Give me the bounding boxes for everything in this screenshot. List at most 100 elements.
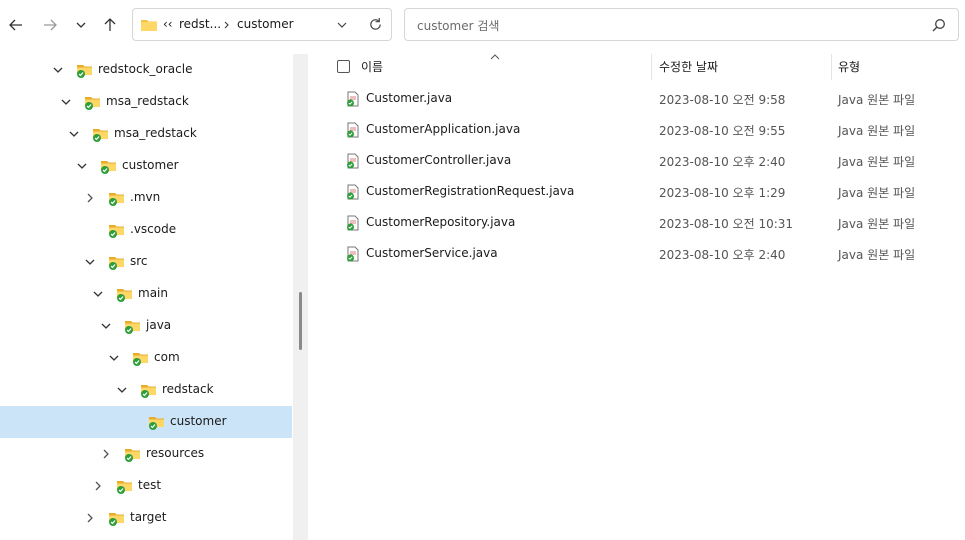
file-modified-date: 2023-08-10 오후 2:40	[659, 248, 786, 262]
tree-item[interactable]: com	[0, 342, 292, 374]
chevron-down-icon[interactable]	[100, 320, 112, 332]
column-name-header[interactable]: 이름	[361, 58, 383, 75]
tree-item-label: redstack	[162, 382, 214, 396]
chevron-down-icon[interactable]	[84, 256, 96, 268]
file-type: Java 원본 파일	[838, 186, 916, 200]
tree-item-label: test	[138, 478, 162, 492]
tree-item[interactable]: resources	[0, 438, 292, 470]
file-name: CustomerRegistrationRequest.java	[366, 184, 575, 198]
search-box	[404, 8, 959, 41]
recent-locations-button[interactable]	[69, 13, 93, 37]
folder-synced-icon	[125, 321, 140, 334]
tree-item[interactable]: redstack	[0, 374, 292, 406]
tree-item[interactable]: .mvn	[0, 182, 292, 214]
file-type: Java 원본 파일	[838, 155, 916, 169]
breadcrumb-customer[interactable]: customer	[237, 17, 294, 31]
chevron-down-icon[interactable]	[68, 128, 80, 140]
column-divider[interactable]	[651, 54, 652, 80]
folder-synced-icon	[117, 481, 132, 494]
file-type: Java 원본 파일	[838, 217, 916, 231]
java-file-synced-icon	[347, 215, 359, 231]
file-row[interactable]: CustomerRepository.java 2023-08-10 오전 10:…	[310, 207, 965, 238]
chevron-down-icon[interactable]	[52, 64, 64, 76]
file-list: 이름 수정한 날짜 유형 Customer.java 2023-08-10 오전 …	[310, 52, 965, 540]
tree-item[interactable]: redstock_oracle	[0, 54, 292, 86]
refresh-icon[interactable]	[368, 17, 383, 32]
tree-item[interactable]: test	[0, 470, 292, 502]
select-all-checkbox[interactable]	[337, 60, 350, 73]
chevron-right-icon	[224, 21, 229, 29]
folder-synced-icon	[141, 385, 156, 398]
file-name: CustomerController.java	[366, 153, 512, 167]
arrow-right-icon	[44, 19, 57, 31]
file-row[interactable]: CustomerController.java 2023-08-10 오후 2:4…	[310, 145, 965, 176]
tree-item-label: msa_redstack	[114, 126, 197, 140]
folder-synced-icon	[117, 289, 132, 302]
file-name: CustomerService.java	[366, 246, 498, 260]
chevron-down-icon	[76, 22, 86, 28]
tree-item[interactable]: java	[0, 310, 292, 342]
tree-item[interactable]: target	[0, 502, 292, 534]
chevron-right-icon[interactable]	[84, 192, 96, 204]
java-file-synced-icon	[347, 184, 359, 200]
address-overflow[interactable]: ‹‹	[163, 17, 173, 31]
folder-synced-icon	[93, 129, 108, 142]
column-date-header[interactable]: 수정한 날짜	[659, 58, 718, 75]
folder-synced-icon	[109, 257, 124, 270]
search-input[interactable]	[415, 16, 919, 36]
java-file-synced-icon	[347, 91, 359, 107]
tree-item[interactable]: customer	[0, 150, 292, 182]
folder-synced-icon	[77, 65, 92, 78]
tree-item[interactable]: main	[0, 278, 292, 310]
file-row[interactable]: CustomerApplication.java 2023-08-10 오전 9:…	[310, 114, 965, 145]
tree-item[interactable]: msa_redstack	[0, 118, 292, 150]
column-type-header[interactable]: 유형	[838, 58, 860, 75]
file-row[interactable]: Customer.java 2023-08-10 오전 9:58 Java 원본 파…	[310, 83, 965, 114]
file-type: Java 원본 파일	[838, 248, 916, 262]
tree-item-label: main	[138, 286, 168, 300]
scrollbar-thumb[interactable]	[299, 292, 302, 350]
tree-item[interactable]: msa_redstack	[0, 86, 292, 118]
chevron-down-icon[interactable]	[76, 160, 88, 172]
chevron-down-icon[interactable]	[92, 288, 104, 300]
file-type: Java 원본 파일	[838, 93, 916, 107]
tree-item-label: msa_redstack	[106, 94, 189, 108]
arrow-left-icon	[9, 19, 22, 31]
up-button[interactable]	[98, 13, 122, 37]
tree-item-label: .mvn	[130, 190, 161, 204]
tree-item[interactable]: customer	[0, 406, 292, 438]
chevron-down-icon[interactable]	[108, 352, 120, 364]
folder-synced-icon	[125, 449, 140, 462]
folder-synced-icon	[85, 97, 100, 110]
file-type: Java 원본 파일	[838, 124, 916, 138]
tree-item-label: redstock_oracle	[98, 62, 193, 76]
search-icon[interactable]	[932, 18, 946, 32]
file-name: CustomerRepository.java	[366, 215, 516, 229]
column-divider[interactable]	[831, 54, 832, 80]
chevron-right-icon[interactable]	[100, 448, 112, 460]
tree-item[interactable]: .vscode	[0, 214, 292, 246]
tree-item[interactable]: src	[0, 246, 292, 278]
chevron-right-icon[interactable]	[92, 480, 104, 492]
navigation-scrollbar[interactable]	[293, 54, 308, 540]
breadcrumb-redstack[interactable]: redst...	[179, 17, 221, 31]
file-name: CustomerApplication.java	[366, 122, 521, 136]
file-row[interactable]: CustomerRegistrationRequest.java 2023-08-…	[310, 176, 965, 207]
sort-ascending-icon	[490, 54, 500, 60]
tree-item-label: customer	[170, 414, 227, 428]
file-name: Customer.java	[366, 91, 453, 105]
file-modified-date: 2023-08-10 오전 9:58	[659, 93, 786, 107]
folder-synced-icon	[109, 193, 124, 206]
file-row[interactable]: CustomerService.java 2023-08-10 오후 2:40 Ja…	[310, 238, 965, 269]
java-file-synced-icon	[347, 246, 359, 262]
back-button[interactable]	[4, 13, 28, 37]
folder-icon	[141, 20, 157, 31]
chevron-down-icon[interactable]	[336, 19, 348, 31]
chevron-down-icon[interactable]	[116, 384, 128, 396]
tree-item-label: .vscode	[130, 222, 177, 236]
chevron-down-icon[interactable]	[60, 96, 72, 108]
address-bar[interactable]: ‹‹ redst... customer	[132, 8, 392, 41]
file-modified-date: 2023-08-10 오후 2:40	[659, 155, 786, 169]
forward-button[interactable]	[38, 13, 62, 37]
chevron-right-icon[interactable]	[84, 512, 96, 524]
